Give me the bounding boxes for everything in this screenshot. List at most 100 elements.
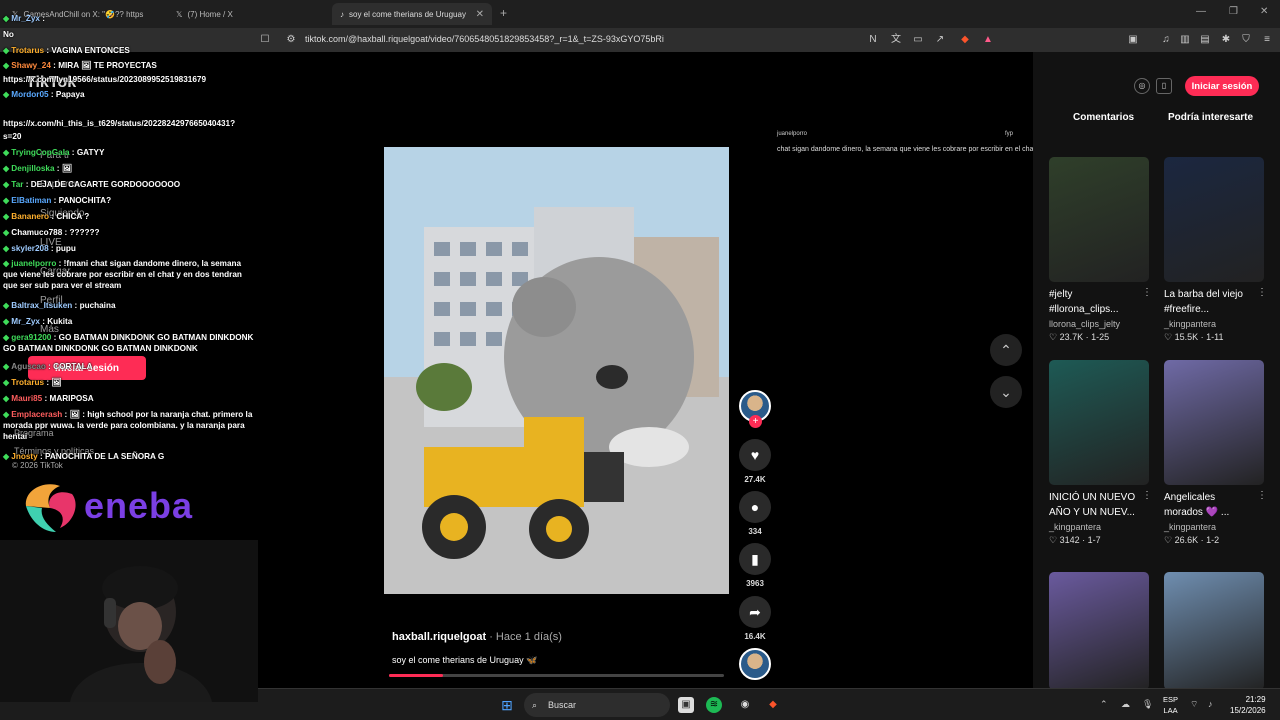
no-translate-icon[interactable]: N [866, 33, 880, 47]
recommended-video-card[interactable]: Angelicales morados 💜 ... _kingpantera ♡ 26… [1164, 360, 1267, 546]
card-title[interactable]: #jelty [1049, 288, 1150, 302]
bookmark-icon[interactable]: ☐ [258, 33, 272, 47]
login-button[interactable]: Iniciar sesión [1185, 76, 1259, 96]
previous-video-button[interactable]: ⌃ [990, 334, 1022, 366]
like-action[interactable]: ♥ 27.4K [739, 439, 771, 484]
share-arrow-icon[interactable]: ➦ [739, 596, 771, 628]
card-author[interactable]: _kingpantera [1164, 522, 1265, 532]
chat-separator: : [42, 394, 50, 403]
chat-text: Papaya [55, 90, 85, 99]
recommended-video-card[interactable]: INICIÓ UN NUEVO AÑO Y UN NUEV... _kingpant… [1049, 360, 1152, 546]
recommended-video-card[interactable]: #jelty #llorona_clips... llorona_clips_jel… [1049, 157, 1152, 343]
share-action[interactable]: ➦ 16.4K [739, 596, 771, 641]
card-author[interactable]: llorona_clips_jelty [1049, 319, 1150, 329]
obs-icon[interactable]: ◉ [737, 697, 753, 713]
brave-rewards-icon[interactable]: ▲ [981, 33, 995, 47]
windows-start-icon[interactable]: ⊞ [499, 697, 515, 713]
minimize-icon[interactable]: — [1196, 6, 1206, 17]
card-title-line2[interactable]: morados 💜 ... [1164, 506, 1265, 520]
sidebar-icon[interactable]: ▣ [1126, 33, 1140, 47]
more-options-icon[interactable]: ⋮ [1142, 490, 1152, 501]
card-title[interactable]: Angelicales [1164, 491, 1265, 505]
chat-message: ◆ Aguscao : CORTALA [3, 361, 255, 372]
heart-outline-icon: ♡ [1164, 535, 1175, 545]
card-likes: 23.7K [1059, 332, 1084, 342]
new-tab-button[interactable]: + [500, 6, 507, 20]
language-indicator[interactable]: ESP LAA [1163, 694, 1178, 716]
chat-text: CHICA ? [56, 212, 90, 221]
media-icon[interactable]: ♫ [1159, 33, 1173, 47]
card-title-line2[interactable]: #freefire... [1164, 303, 1265, 317]
recommended-video-card[interactable]: La barba del viejo #freefire... _kingpante… [1164, 157, 1267, 343]
chat-text: GATYY [76, 148, 105, 157]
vpn-icon[interactable]: ⛉ [1239, 33, 1253, 47]
video-thumbnail[interactable] [1049, 360, 1149, 485]
network-icon[interactable]: ⌔ [1190, 699, 1198, 710]
recommended-video-card[interactable] [1164, 572, 1265, 690]
card-title[interactable]: INICIÓ UN NUEVO [1049, 491, 1150, 505]
search-placeholder: Buscar [548, 700, 577, 710]
wallet-icon[interactable]: ▤ [1198, 33, 1212, 47]
spotify-icon[interactable]: ≋ [706, 697, 722, 713]
badge-icon: ◆ [3, 362, 10, 371]
music-disc-button[interactable] [739, 648, 771, 680]
video-thumbnail[interactable] [1049, 572, 1149, 690]
next-video-button[interactable]: ⌄ [990, 376, 1022, 408]
more-options-icon[interactable]: ⋮ [1142, 287, 1152, 298]
comment-icon[interactable]: ● [739, 491, 771, 523]
author-avatar-button[interactable]: + [739, 390, 771, 428]
reader-icon[interactable]: ▥ [1178, 33, 1192, 47]
clock[interactable]: 21:29 15/2/2026 [1230, 694, 1266, 716]
chat-username: TryingCopGala [11, 148, 70, 157]
author-name[interactable]: haxball.riquelgoat [392, 631, 486, 643]
card-title-line2[interactable]: AÑO Y UN NUEV... [1049, 506, 1150, 520]
coin-icon[interactable]: ◎ [1134, 78, 1150, 94]
eneba-wordmark: eneba [84, 485, 194, 526]
chat-text: 🖼 [51, 378, 62, 387]
follow-plus-icon[interactable]: + [749, 415, 762, 428]
video-thumbnail[interactable] [1049, 157, 1149, 282]
brave-icon[interactable]: ◆ [765, 697, 781, 713]
task-view-icon[interactable]: ▣ [678, 697, 694, 713]
translate-icon[interactable]: 文 [889, 33, 903, 47]
recommended-video-card[interactable] [1049, 572, 1150, 690]
heart-icon[interactable]: ♥ [739, 439, 771, 471]
video-player[interactable] [384, 147, 729, 594]
onedrive-icon[interactable]: ☁ [1121, 699, 1130, 710]
chat-username: Denjilloska [11, 164, 55, 173]
video-progress-bar[interactable] [389, 674, 724, 677]
cast-icon[interactable]: ▭ [911, 33, 925, 47]
url-field[interactable]: tiktok.com/@haxball.riquelgoat/video/760… [305, 34, 664, 44]
taskbar-search[interactable]: ⌕ Buscar [524, 693, 670, 717]
card-title[interactable]: La barba del viejo [1164, 288, 1265, 302]
phone-icon[interactable]: ▯ [1156, 78, 1172, 94]
more-options-icon[interactable]: ⋮ [1257, 287, 1267, 298]
tab-you-may-like[interactable]: Podría interesarte [1168, 112, 1253, 123]
card-author[interactable]: _kingpantera [1049, 522, 1150, 532]
close-tab-icon[interactable]: ✕ [476, 9, 484, 20]
tray-chevron-icon[interactable]: ⌃ [1100, 699, 1108, 710]
card-title-line2[interactable]: #llorona_clips... [1049, 303, 1150, 317]
chat-username: Bananero [11, 212, 50, 221]
close-window-icon[interactable]: ✕ [1260, 6, 1268, 17]
bookmark-icon[interactable]: ▮ [739, 543, 771, 575]
video-thumbnail[interactable] [1164, 572, 1264, 690]
tab-comments[interactable]: Comentarios [1073, 112, 1134, 123]
tab-tiktok-video[interactable]: ♪ soy el come therians de Uruguay ✕ [332, 3, 492, 25]
video-thumbnail[interactable] [1164, 360, 1264, 485]
menu-icon[interactable]: ≡ [1260, 33, 1274, 47]
chat-separator: : [54, 164, 62, 173]
comment-action[interactable]: ● 334 [739, 491, 771, 536]
site-info-icon[interactable]: ⚙ [284, 33, 298, 47]
volume-icon[interactable]: ♪ [1208, 699, 1213, 709]
card-author[interactable]: _kingpantera [1164, 319, 1265, 329]
microphone-icon[interactable]: 🎙 [1142, 699, 1153, 710]
save-action[interactable]: ▮ 3963 [739, 543, 771, 588]
maximize-icon[interactable]: ❐ [1229, 6, 1238, 17]
video-thumbnail[interactable] [1164, 157, 1264, 282]
extensions-icon[interactable]: ✱ [1219, 33, 1233, 47]
more-options-icon[interactable]: ⋮ [1257, 490, 1267, 501]
share-icon[interactable]: ↗ [933, 33, 947, 47]
brave-shield-icon[interactable]: ◆ [958, 33, 972, 47]
chat-text: s=20 [3, 132, 22, 141]
